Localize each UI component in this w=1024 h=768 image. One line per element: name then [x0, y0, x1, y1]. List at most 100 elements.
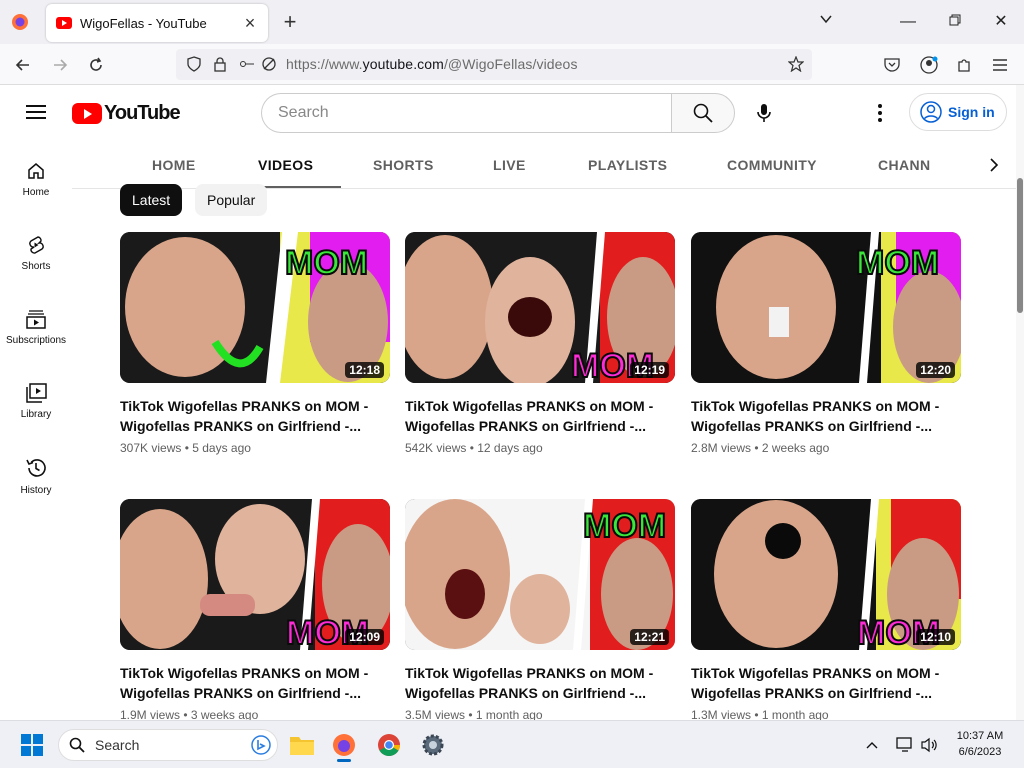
logo-text: YouTube	[104, 102, 181, 124]
search-button[interactable]	[671, 93, 735, 133]
video-card[interactable]: MOM 12:20 TikTok Wigofellas PRANKS on MO…	[691, 232, 961, 455]
video-title[interactable]: TikTok Wigofellas PRANKS on MOM - Wigofe…	[120, 396, 390, 436]
pocket-icon[interactable]	[879, 52, 905, 78]
reload-icon[interactable]	[83, 52, 109, 78]
shield-icon[interactable]	[181, 51, 207, 77]
video-title[interactable]: TikTok Wigofellas PRANKS on MOM - Wigofe…	[405, 396, 675, 436]
system-clock[interactable]: 10:37 AM 6/6/2023	[944, 728, 1016, 760]
settings-gear-icon[interactable]	[417, 729, 449, 761]
clock-date: 6/6/2023	[958, 746, 1002, 758]
back-arrow-icon[interactable]	[10, 52, 36, 78]
tab-videos[interactable]: VIDEOS	[258, 157, 313, 173]
video-card[interactable]: MOM 12:19 TikTok Wigofellas PRANKS on MO…	[405, 232, 675, 455]
video-thumbnail[interactable]: MOM 12:09	[120, 499, 390, 650]
tab-home[interactable]: HOME	[152, 157, 196, 173]
video-thumbnail[interactable]: MOM 12:10	[691, 499, 961, 650]
volume-icon[interactable]	[918, 729, 940, 761]
tab-list-chevron-icon[interactable]	[806, 10, 846, 34]
minimize-button[interactable]: —	[888, 10, 928, 34]
video-title[interactable]: TikTok Wigofellas PRANKS on MOM - Wigofe…	[120, 663, 390, 703]
duration-badge: 12:18	[345, 362, 384, 378]
sidebar-item-label: Home	[22, 187, 50, 198]
url-text[interactable]: https://www.youtube.com/@WigoFellas/vide…	[286, 56, 578, 72]
url-prefix: https://www.	[286, 56, 363, 72]
tab-shorts[interactable]: SHORTS	[373, 157, 434, 173]
chip-latest[interactable]: Latest	[120, 184, 183, 216]
video-title[interactable]: TikTok Wigofellas PRANKS on MOM - Wigofe…	[405, 663, 675, 703]
bookmark-star-icon[interactable]	[783, 51, 809, 77]
video-metadata: 542K views • 12 days ago	[405, 441, 543, 455]
tab-channels[interactable]: CHANN	[878, 157, 931, 173]
youtube-logo[interactable]: YouTube	[72, 102, 181, 125]
firefox-menu-icon[interactable]	[0, 0, 40, 44]
tab-playlists[interactable]: PLAYLISTS	[588, 157, 667, 173]
tracking-off-icon[interactable]	[256, 51, 282, 77]
lock-icon[interactable]	[207, 51, 233, 77]
scrollbar-thumb[interactable]	[1017, 178, 1023, 313]
sidebar-item-subscriptions[interactable]: Subscriptions	[0, 289, 72, 359]
sidebar-item-label: Shorts	[21, 261, 51, 272]
video-card[interactable]: MOM 12:18 TikTok Wigofellas PRANKS on MO…	[120, 232, 390, 455]
chrome-icon[interactable]	[373, 729, 405, 761]
chevron-right-icon	[990, 158, 999, 172]
windows-taskbar: Search 10:37 AM 6/6/2023	[0, 720, 1024, 768]
user-circle-icon	[920, 101, 942, 123]
search-icon	[693, 103, 713, 123]
url-domain: youtube.com	[362, 56, 444, 72]
page-scrollbar[interactable]	[1016, 85, 1024, 720]
search-icon	[69, 737, 85, 753]
home-icon	[28, 163, 44, 179]
video-thumbnail[interactable]: MOM 12:20	[691, 232, 961, 383]
browser-tab-bar: WigoFellas - YouTube × + — ✕	[0, 0, 1024, 44]
video-thumbnail[interactable]: MOM 12:21	[405, 499, 675, 650]
mini-guide-sidebar: Home Shorts Subscriptions Library Histor…	[0, 141, 72, 720]
close-window-button[interactable]: ✕	[981, 10, 1021, 34]
sign-in-button[interactable]: Sign in	[909, 93, 1007, 131]
tab-close-icon[interactable]: ×	[240, 13, 260, 33]
firefox-taskbar-icon[interactable]	[328, 729, 360, 762]
sidebar-item-label: Subscriptions	[5, 335, 67, 346]
url-bar[interactable]: https://www.youtube.com/@WigoFellas/vide…	[176, 49, 812, 80]
tab-community[interactable]: COMMUNITY	[727, 157, 817, 173]
video-card[interactable]: MOM 12:09 TikTok Wigofellas PRANKS on MO…	[120, 499, 390, 722]
taskbar-search-label: Search	[95, 737, 140, 753]
chevron-up-icon[interactable]	[860, 729, 884, 761]
new-tab-button[interactable]: +	[278, 10, 302, 34]
video-title[interactable]: TikTok Wigofellas PRANKS on MOM - Wigofe…	[691, 663, 961, 703]
sidebar-item-shorts[interactable]: Shorts	[0, 215, 72, 285]
video-metadata: 307K views • 5 days ago	[120, 441, 251, 455]
video-title[interactable]: TikTok Wigofellas PRANKS on MOM - Wigofe…	[691, 396, 961, 436]
duration-badge: 12:10	[916, 629, 955, 645]
extensions-icon[interactable]	[951, 52, 977, 78]
duration-badge: 12:20	[916, 362, 955, 378]
guide-menu-icon[interactable]	[24, 101, 48, 125]
video-thumbnail[interactable]: MOM 12:18	[120, 232, 390, 383]
sidebar-item-library[interactable]: Library	[0, 363, 72, 433]
tabs-scroll-right-button[interactable]	[932, 141, 1016, 188]
network-icon[interactable]	[894, 729, 916, 761]
duration-badge: 12:19	[630, 362, 669, 378]
chip-popular[interactable]: Popular	[195, 184, 268, 216]
duration-badge: 12:21	[630, 629, 669, 645]
file-explorer-icon[interactable]	[286, 729, 318, 761]
video-thumbnail[interactable]: MOM 12:19	[405, 232, 675, 383]
windows-start-icon[interactable]	[16, 729, 48, 761]
search-input[interactable]: Search	[261, 93, 671, 133]
video-card[interactable]: MOM 12:21 TikTok Wigofellas PRANKS on MO…	[405, 499, 675, 722]
browser-tab-active[interactable]: WigoFellas - YouTube ×	[46, 4, 268, 42]
video-card[interactable]: MOM 12:10 TikTok Wigofellas PRANKS on MO…	[691, 499, 961, 722]
hamburger-menu-icon[interactable]	[987, 52, 1013, 78]
voice-search-microphone-icon[interactable]	[750, 99, 778, 127]
settings-kebab-icon[interactable]	[868, 99, 892, 127]
sidebar-item-home[interactable]: Home	[0, 141, 72, 211]
tab-title: WigoFellas - YouTube	[80, 15, 207, 31]
shorts-icon	[29, 236, 44, 254]
youtube-favicon-icon	[56, 17, 72, 29]
forward-arrow-icon[interactable]	[47, 52, 73, 78]
account-icon[interactable]	[916, 52, 942, 78]
restore-button[interactable]	[935, 10, 975, 34]
taskbar-search-box[interactable]: Search	[58, 729, 278, 761]
sidebar-item-history[interactable]: History	[0, 437, 72, 507]
youtube-header: YouTube Search Sign in	[0, 85, 1016, 141]
tab-live[interactable]: LIVE	[493, 157, 526, 173]
